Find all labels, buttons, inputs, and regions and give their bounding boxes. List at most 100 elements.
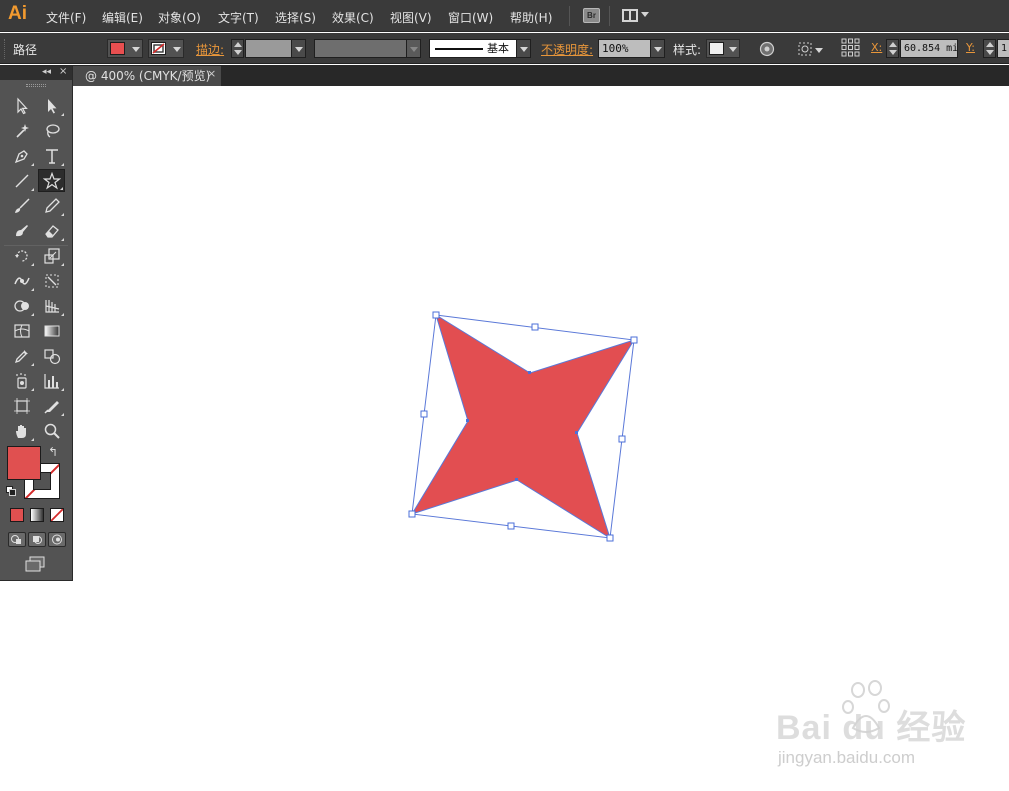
- handle-top-middle[interactable]: [531, 323, 539, 331]
- y-stepper[interactable]: [983, 39, 996, 58]
- collapse-icon[interactable]: ◂◂: [42, 67, 51, 77]
- star-shape[interactable]: [410, 313, 636, 540]
- brush-dropdown[interactable]: [516, 39, 531, 58]
- x-stepper[interactable]: [886, 39, 899, 58]
- menu-select[interactable]: 选择(S): [275, 9, 316, 26]
- fill-color-swatch[interactable]: [7, 446, 41, 480]
- menu-help[interactable]: 帮助(H): [510, 9, 552, 26]
- brush-definition-field[interactable]: 基本: [429, 39, 517, 58]
- stroke-color-dropdown[interactable]: [148, 39, 184, 58]
- width-profile-dropdown[interactable]: [406, 39, 421, 58]
- symbol-sprayer-tool[interactable]: [8, 369, 35, 392]
- app-logo: Ai: [8, 3, 27, 24]
- stroke-weight-dropdown[interactable]: [291, 39, 306, 58]
- handle-top-left[interactable]: [432, 311, 440, 319]
- handle-middle-left[interactable]: [420, 410, 428, 418]
- hand-tool[interactable]: [8, 419, 35, 442]
- bridge-button[interactable]: Br: [583, 8, 600, 23]
- handle-top-right[interactable]: [630, 336, 638, 344]
- menu-file[interactable]: 文件(F): [46, 9, 86, 26]
- tools-panel-header[interactable]: ◂◂ ×: [0, 66, 72, 80]
- pencil-tool[interactable]: [38, 194, 65, 217]
- x-label[interactable]: X:: [871, 41, 882, 54]
- chevron-down-icon[interactable]: [815, 48, 823, 53]
- stroke-weight-field[interactable]: [245, 39, 292, 58]
- gradient-tool[interactable]: [38, 319, 65, 342]
- lasso-tool[interactable]: [38, 119, 65, 142]
- panel-grip[interactable]: [4, 39, 6, 59]
- scale-tool[interactable]: [38, 244, 65, 267]
- handle-bottom-right[interactable]: [606, 534, 614, 542]
- column-graph-tool[interactable]: [38, 369, 65, 392]
- menu-type[interactable]: 文字(T): [218, 9, 259, 26]
- mesh-tool[interactable]: [8, 319, 35, 342]
- star-icon: [42, 171, 61, 190]
- artboard-canvas[interactable]: Bai du 经验 jingyan.baidu.com: [0, 86, 1009, 791]
- line-segment-icon: [15, 174, 28, 187]
- selection-tool[interactable]: [8, 94, 35, 117]
- workspace-layout-icon[interactable]: [622, 9, 638, 22]
- document-tab[interactable]: @ 400% (CMYK/预览): [66, 66, 221, 86]
- tools-panel: ◂◂ × ↰: [0, 65, 73, 581]
- close-icon[interactable]: ×: [207, 67, 216, 80]
- width-tool[interactable]: [8, 269, 35, 292]
- menu-view[interactable]: 视图(V): [390, 9, 432, 26]
- selection-arrow-icon: [16, 96, 28, 114]
- perspective-grid-tool[interactable]: [38, 294, 65, 317]
- handle-bottom-left[interactable]: [408, 510, 416, 518]
- draw-normal-button[interactable]: [8, 532, 26, 547]
- type-t-icon: [45, 148, 58, 164]
- color-mode-button[interactable]: [10, 508, 24, 522]
- star-tool[interactable]: [38, 169, 65, 192]
- free-transform-tool[interactable]: [38, 269, 65, 292]
- eyedropper-tool[interactable]: [8, 344, 35, 367]
- screen-mode-icon[interactable]: [24, 556, 46, 572]
- type-tool[interactable]: [38, 144, 65, 167]
- opacity-field[interactable]: 100%: [598, 39, 651, 58]
- y-field[interactable]: 1: [997, 39, 1009, 58]
- eraser-tool[interactable]: [38, 219, 65, 242]
- align-reference-icon[interactable]: [841, 38, 860, 57]
- gradient-mode-button[interactable]: [30, 508, 44, 522]
- graphic-style-dropdown[interactable]: [706, 39, 740, 58]
- opacity-dropdown[interactable]: [650, 39, 665, 58]
- paintbrush-tool[interactable]: [8, 194, 35, 217]
- magic-wand-icon: [15, 123, 29, 138]
- none-mode-button[interactable]: [50, 508, 64, 522]
- direct-selection-tool[interactable]: [38, 94, 65, 117]
- x-field[interactable]: 60.854 mi: [900, 39, 958, 58]
- panel-grip[interactable]: [26, 84, 46, 87]
- y-label[interactable]: Y:: [966, 41, 975, 54]
- handle-middle-right[interactable]: [618, 435, 626, 443]
- default-colors-icon[interactable]: [6, 486, 16, 496]
- slice-tool[interactable]: [38, 394, 65, 417]
- magic-wand-tool[interactable]: [8, 119, 35, 142]
- line-segment-tool[interactable]: [8, 169, 35, 192]
- chevron-down-icon[interactable]: [641, 12, 649, 17]
- artboard-tool[interactable]: [8, 394, 35, 417]
- menu-object[interactable]: 对象(O): [158, 9, 201, 26]
- menu-window[interactable]: 窗口(W): [448, 9, 493, 26]
- pen-tool[interactable]: [8, 144, 35, 167]
- draw-behind-button[interactable]: [28, 532, 46, 547]
- zoom-tool[interactable]: [38, 419, 65, 442]
- opacity-label[interactable]: 不透明度:: [541, 41, 593, 58]
- gradient-icon: [44, 325, 59, 336]
- draw-inside-button[interactable]: [48, 532, 66, 547]
- close-icon[interactable]: ×: [59, 66, 67, 77]
- swap-colors-icon[interactable]: ↰: [48, 445, 58, 459]
- isolate-object-icon[interactable]: [797, 41, 813, 57]
- recolor-artwork-icon[interactable]: [759, 41, 775, 57]
- blend-tool[interactable]: [38, 344, 65, 367]
- handle-bottom-middle[interactable]: [507, 522, 515, 530]
- fill-color-dropdown[interactable]: [107, 39, 143, 58]
- shape-builder-tool[interactable]: [8, 294, 35, 317]
- blob-brush-tool[interactable]: [8, 219, 35, 242]
- menu-edit[interactable]: 编辑(E): [102, 9, 143, 26]
- rotate-tool[interactable]: [8, 244, 35, 267]
- menu-effect[interactable]: 效果(C): [332, 9, 374, 26]
- eyedropper-icon: [14, 349, 28, 363]
- stroke-weight-stepper[interactable]: [231, 39, 244, 58]
- stroke-label[interactable]: 描边:: [196, 41, 224, 58]
- variable-width-profile[interactable]: [314, 39, 407, 58]
